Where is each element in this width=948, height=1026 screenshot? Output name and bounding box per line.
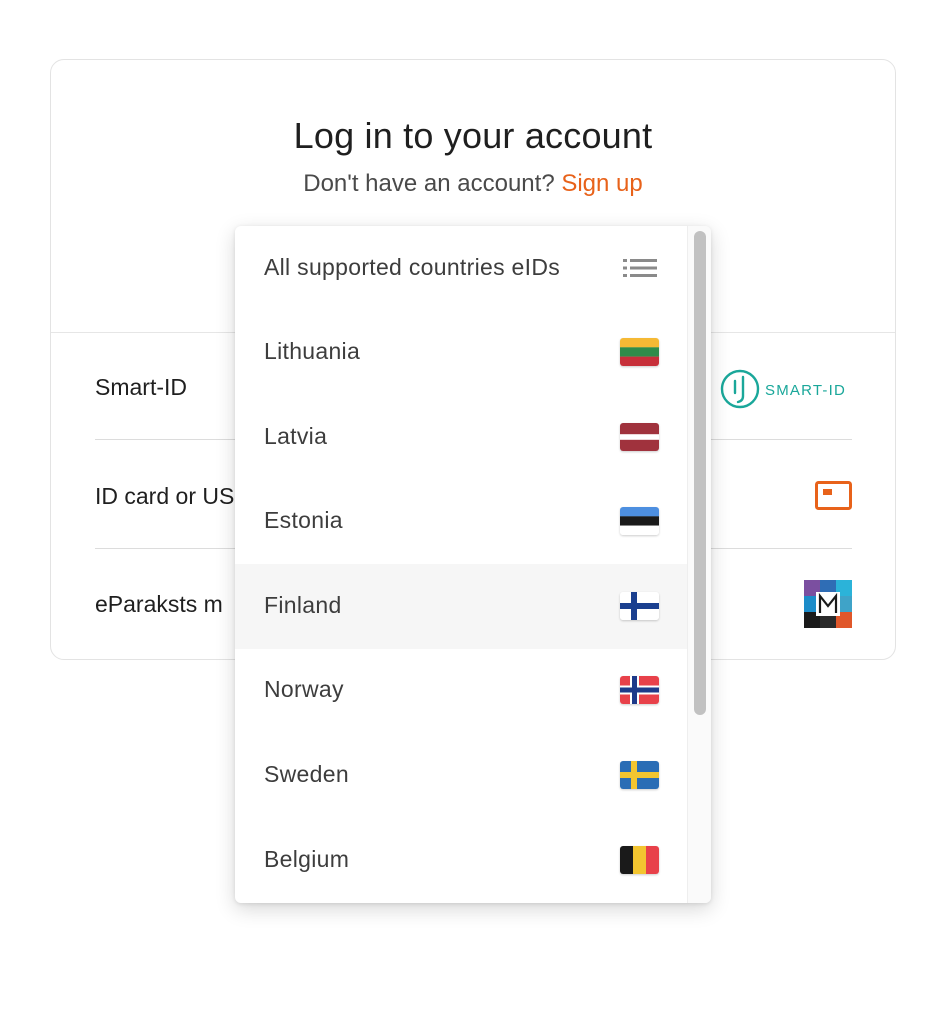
- dropdown-item-label: Lithuania: [264, 338, 361, 364]
- dropdown-item-estonia[interactable]: Estonia: [235, 479, 688, 564]
- dropdown-item-sweden[interactable]: Sweden: [235, 733, 688, 818]
- dropdown-scrollbar[interactable]: [687, 226, 711, 903]
- dropdown-item-finland[interactable]: Finland: [235, 564, 688, 649]
- dropdown-item-label: Estonia: [264, 507, 343, 533]
- method-label: ID card or US: [95, 483, 235, 509]
- flag-sweden-icon: [620, 761, 659, 789]
- dropdown-item-norway[interactable]: Norway: [235, 648, 688, 733]
- flag-latvia-icon: [620, 423, 659, 451]
- page-title: Log in to your account: [293, 115, 653, 156]
- dropdown-item-label: Sweden: [264, 761, 349, 787]
- dropdown-item-label: Latvia: [264, 423, 328, 449]
- eparaksts-icon: [804, 580, 852, 628]
- signup-prompt-text: Don't have an account?: [303, 170, 555, 197]
- dropdown-item-label: Finland: [264, 592, 342, 618]
- method-label: Smart-ID: [95, 374, 187, 400]
- smart-id-logo-text: SMART-ID: [765, 382, 846, 399]
- dropdown-item-label: Belgium: [264, 846, 350, 872]
- scrollbar-thumb[interactable]: [694, 231, 706, 715]
- flag-belgium-icon: [620, 846, 659, 874]
- signup-link[interactable]: Sign up: [561, 170, 642, 197]
- country-dropdown[interactable]: All supported countries eIDs Lithuania L…: [235, 226, 711, 903]
- id-card-icon: [815, 481, 852, 510]
- flag-finland-icon: [620, 592, 659, 620]
- dropdown-item-label: Norway: [264, 676, 344, 702]
- flag-lithuania-icon: [620, 338, 659, 366]
- smart-id-logo: SMART-ID: [720, 369, 846, 409]
- dropdown-item-lithuania[interactable]: Lithuania: [235, 310, 688, 395]
- dropdown-item-label: All supported countries eIDs: [264, 254, 561, 280]
- flag-norway-icon: [620, 676, 659, 704]
- dropdown-item-latvia[interactable]: Latvia: [235, 395, 688, 480]
- method-label: eParaksts m: [95, 591, 223, 617]
- flag-estonia-icon: [620, 507, 659, 535]
- signup-prompt: Don't have an account? Sign up: [51, 170, 895, 198]
- list-icon: [623, 259, 657, 277]
- dropdown-item-all-countries[interactable]: All supported countries eIDs: [235, 226, 688, 311]
- dropdown-item-belgium[interactable]: Belgium: [235, 818, 688, 903]
